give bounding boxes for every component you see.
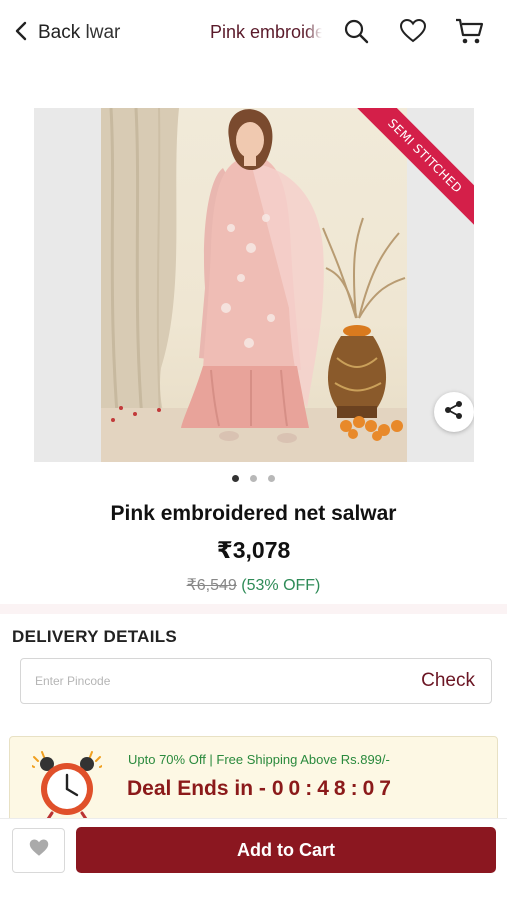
pagination-dot[interactable] xyxy=(268,475,275,482)
product-name: Pink embroidered net salwar xyxy=(110,502,397,525)
search-button[interactable] xyxy=(340,17,372,49)
share-icon xyxy=(443,399,465,426)
pagination-dot[interactable] xyxy=(232,475,239,482)
section-divider xyxy=(0,604,507,614)
back-label: Back lwar xyxy=(38,22,121,43)
product-price: ₹3,078 xyxy=(216,537,291,563)
search-icon xyxy=(342,17,370,50)
deal-countdown: Deal Ends in -00:48:07 xyxy=(127,777,396,801)
add-to-wishlist-button[interactable] xyxy=(12,828,65,873)
wishlist-button[interactable] xyxy=(397,17,429,49)
add-to-cart-button[interactable]: Add to Cart xyxy=(76,827,496,873)
original-price: ₹6,549 xyxy=(186,577,237,594)
top-app-bar: Back lwar Pink embroidered net salwar xyxy=(0,0,507,66)
offer-text: Upto 70% Off | Free Shipping Above Rs.89… xyxy=(128,752,390,767)
page-title: Pink embroidered net salwar xyxy=(210,22,322,42)
back-button[interactable]: Back lwar xyxy=(12,18,136,48)
cart-icon xyxy=(454,17,484,50)
product-image-gallery[interactable]: SEMI STITCHED xyxy=(34,108,474,462)
deal-ends-label: Deal Ends in - xyxy=(127,777,266,800)
check-pincode-button[interactable]: Check xyxy=(421,670,475,692)
bottom-action-bar: Add to Cart xyxy=(0,818,507,900)
share-button[interactable] xyxy=(434,392,474,432)
heart-icon xyxy=(28,838,50,863)
heart-icon xyxy=(399,18,427,49)
price-details: ₹6,549 (53% OFF) xyxy=(0,575,507,595)
cart-button[interactable] xyxy=(453,17,485,49)
discount-label: (53% OFF) xyxy=(241,577,321,594)
pincode-field: Check xyxy=(20,658,492,704)
gallery-pagination xyxy=(0,475,507,482)
delivery-details-heading: DELIVERY DETAILS xyxy=(12,627,178,646)
deal-banner: Upto 70% Off | Free Shipping Above Rs.89… xyxy=(9,736,498,822)
chevron-left-icon xyxy=(12,20,30,47)
pagination-dot[interactable] xyxy=(250,475,257,482)
semi-stitched-badge: SEMI STITCHED xyxy=(354,108,474,228)
deal-timer: 00:48:07 xyxy=(271,777,396,800)
pincode-input[interactable] xyxy=(35,674,355,688)
alarm-clock-icon xyxy=(29,751,105,821)
